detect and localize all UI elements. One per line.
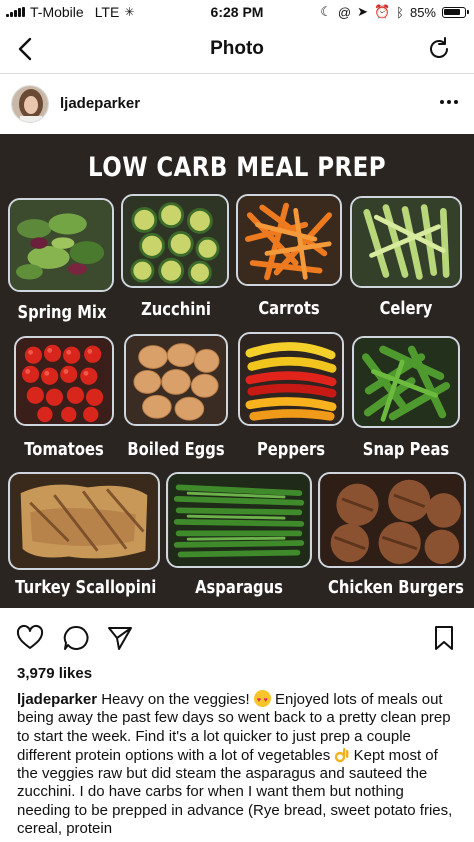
asparagus-label: Asparagus <box>195 577 283 598</box>
bluetooth-icon: ᛒ <box>396 4 404 20</box>
peppers-container <box>238 332 344 426</box>
snap-peas-image <box>354 338 458 426</box>
chicken-burgers-image <box>321 474 463 566</box>
spring-mix-image <box>10 200 112 290</box>
boiled-eggs-image <box>126 336 226 424</box>
at-icon: @ <box>337 4 352 20</box>
bookmark-icon[interactable] <box>430 624 458 652</box>
photo-title: LOW CARB MEAL PREP <box>88 152 386 183</box>
status-right: ☾ @ ➤ ⏰ ᛒ 85% <box>320 4 469 20</box>
status-bar: T-Mobile LTE ✳ 6:28 PM ☾ @ ➤ ⏰ ᛒ 85% <box>0 0 474 24</box>
battery-percent: 85% <box>409 4 436 20</box>
caption-username[interactable]: ljadeparker <box>17 691 97 708</box>
post-action-bar <box>0 616 474 660</box>
asparagus-container <box>166 472 312 568</box>
zucchini-container <box>121 194 229 288</box>
battery-icon <box>442 6 469 18</box>
boiled-eggs-container <box>124 334 228 426</box>
tomatoes-container <box>14 336 114 426</box>
post-caption: ljadeparker Heavy on the veggies! Enjoye… <box>17 690 461 838</box>
turkey-scallopini-image <box>11 474 157 568</box>
tomatoes-label: Tomatoes <box>24 439 104 460</box>
boiled-eggs-label: Boiled Eggs <box>127 439 225 460</box>
likes-count[interactable]: 3,979 likes <box>17 665 92 682</box>
post-username[interactable]: ljadeparker <box>60 95 140 112</box>
page-title: Photo <box>210 38 264 59</box>
ok-hand-emoji-icon <box>335 747 349 763</box>
carrots-container <box>236 194 342 286</box>
snap-peas-container <box>352 336 460 428</box>
avatar[interactable] <box>11 85 49 123</box>
chicken-burgers-label: Chicken Burgers <box>328 577 464 598</box>
heart-icon[interactable] <box>16 624 44 652</box>
tomatoes-image <box>16 338 112 424</box>
more-options-icon[interactable] <box>438 95 460 109</box>
moon-icon: ☾ <box>320 4 332 19</box>
celery-label: Celery <box>379 298 433 319</box>
comment-icon[interactable] <box>62 624 90 652</box>
carrots-label: Carrots <box>258 298 320 319</box>
chicken-burgers-container <box>318 472 466 568</box>
post-header: ljadeparker <box>0 75 474 133</box>
heart-eyes-emoji-icon <box>253 690 271 710</box>
turkey-scallopini-label: Turkey Scallopini <box>15 577 157 598</box>
celery-image <box>352 198 460 286</box>
carrots-image <box>238 196 340 284</box>
asparagus-image <box>169 474 309 566</box>
turkey-scallopini-container <box>8 472 160 570</box>
refresh-icon[interactable] <box>426 36 452 62</box>
nav-bar: Photo <box>0 24 474 74</box>
zucchini-label: Zucchini <box>141 299 211 320</box>
location-icon: ➤ <box>357 4 368 19</box>
spring-mix-label: Spring Mix <box>17 302 107 323</box>
zucchini-image <box>123 196 227 286</box>
caption-text-1: Heavy on the veggies! <box>101 691 250 708</box>
alarm-icon: ⏰ <box>373 4 391 19</box>
peppers-image <box>240 334 342 424</box>
celery-container <box>350 196 462 288</box>
share-icon[interactable] <box>106 624 134 652</box>
post-photo[interactable]: LOW CARB MEAL PREP Spring Mix Zucchini C… <box>0 134 474 608</box>
peppers-label: Peppers <box>256 439 326 460</box>
spring-mix-container <box>8 198 114 292</box>
snap-peas-label: Snap Peas <box>362 439 450 460</box>
